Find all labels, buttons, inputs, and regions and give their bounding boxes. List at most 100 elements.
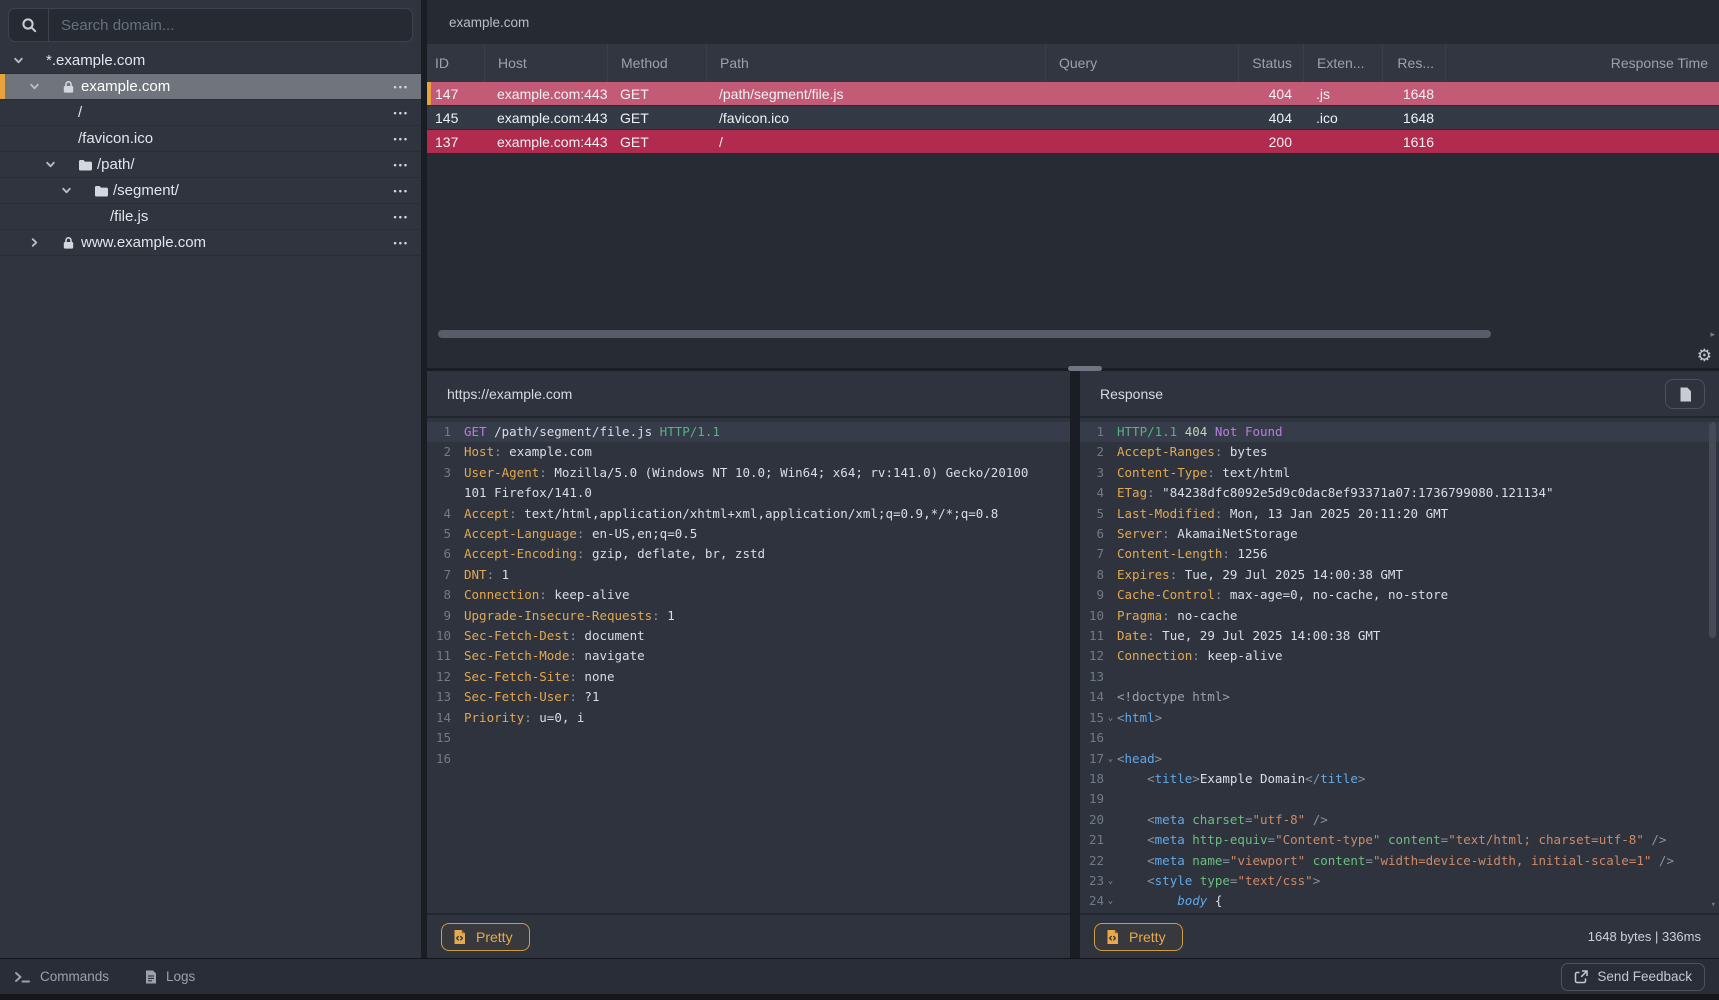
row-menu-button[interactable]: ••• (394, 212, 409, 222)
fold-spacer (1104, 504, 1117, 524)
row-menu-button[interactable]: ••• (394, 82, 409, 92)
column-header-status[interactable]: Status (1238, 44, 1303, 82)
requests-table-header: IDHostMethodPathQueryStatusExten...Res..… (427, 44, 1719, 82)
code-line: 6Server: AkamaiNetStorage (1080, 524, 1719, 544)
tree-item-label: www.example.com (81, 234, 206, 251)
code-line: 9Cache-Control: max-age=0, no-cache, no-… (1080, 585, 1719, 605)
code-text: Accept-Language: en-US,en;q=0.5 (464, 524, 697, 544)
column-header-id[interactable]: ID (427, 44, 484, 82)
cell-time (1445, 82, 1719, 105)
tree-item-segment[interactable]: /segment/••• (0, 178, 421, 204)
fold-arrow-icon[interactable]: ⌄ (1104, 891, 1117, 911)
column-header-path[interactable]: Path (706, 44, 1045, 82)
tree-item-file.js[interactable]: /file.js ••• (0, 204, 421, 230)
chevron-right-icon[interactable] (29, 237, 62, 248)
line-number: 15 (430, 728, 451, 748)
request-row-137[interactable]: 137example.com:443GET/2001616 (427, 130, 1719, 154)
response-pretty-button[interactable]: Pretty (1094, 923, 1183, 951)
chevron-down-icon[interactable] (45, 159, 78, 170)
cell-query (1045, 106, 1238, 129)
cell-host: example.com:443 (484, 130, 607, 153)
response-file-button[interactable] (1665, 379, 1705, 409)
panel-gap[interactable] (1070, 371, 1080, 958)
column-header-time[interactable]: Response Time (1445, 44, 1719, 82)
code-text: <!doctype html> (1117, 687, 1230, 707)
tree-item-favicon.ico[interactable]: /favicon.ico ••• (0, 126, 421, 152)
tree-item-.example.com[interactable]: *.example.com (0, 48, 421, 74)
tree-item-label: /file.js (110, 208, 148, 225)
response-size-info: 1648 bytes | 336ms (1588, 929, 1701, 944)
row-menu-button[interactable]: ••• (394, 186, 409, 196)
pretty-label: Pretty (476, 929, 513, 945)
column-header-ext[interactable]: Exten... (1303, 44, 1382, 82)
code-line: 8Expires: Tue, 29 Jul 2025 14:00:38 GMT (1080, 565, 1719, 585)
cell-id: 147 (427, 82, 484, 105)
scroll-down-arrow[interactable]: ▾ (1711, 901, 1716, 910)
folder-icon (78, 159, 97, 171)
fold-spacer (451, 483, 464, 503)
fold-spacer (451, 585, 464, 605)
response-scrollbar-thumb[interactable] (1709, 423, 1716, 638)
cell-time (1445, 130, 1719, 153)
code-text: Content-Length: 1256 (1117, 544, 1268, 564)
code-line: 3User-Agent: Mozilla/5.0 (Windows NT 10.… (427, 463, 1070, 483)
column-header-method[interactable]: Method (607, 44, 706, 82)
code-line: 16 (1080, 728, 1719, 748)
code-text: <meta charset="utf-8" /> (1117, 810, 1328, 830)
fold-spacer (451, 463, 464, 483)
request-pretty-button[interactable]: Pretty (441, 923, 530, 951)
code-text: Host: example.com (464, 442, 592, 462)
request-editor[interactable]: 1GET /path/segment/file.js HTTP/1.12Host… (427, 418, 1070, 913)
fold-arrow-icon[interactable]: ⌄ (1104, 749, 1117, 769)
code-line: 3Content-Type: text/html (1080, 463, 1719, 483)
pretty-label: Pretty (1129, 929, 1166, 945)
table-horizontal-scrollbar[interactable]: ▸ (427, 328, 1719, 340)
code-text: DNT: 1 (464, 565, 509, 585)
code-text: <head> (1117, 749, 1162, 769)
row-menu-button[interactable]: ••• (394, 160, 409, 170)
fold-spacer (451, 442, 464, 462)
tree-item-label: example.com (81, 78, 170, 95)
code-line: 13Sec-Fetch-User: ?1 (427, 687, 1070, 707)
scroll-right-arrow[interactable]: ▸ (1710, 328, 1715, 340)
tree-item-example.com[interactable]: example.com ••• (0, 74, 421, 100)
chevron-down-icon[interactable] (13, 55, 46, 66)
tree-item-www.example.com[interactable]: www.example.com ••• (0, 230, 421, 256)
tree-item-[interactable]: /••• (0, 100, 421, 126)
chevron-down-icon[interactable] (61, 185, 94, 196)
column-header-res[interactable]: Res... (1382, 44, 1445, 82)
logs-label: Logs (166, 969, 195, 984)
tab-example-com[interactable]: example.com (449, 15, 529, 30)
fold-arrow-icon[interactable]: ⌄ (1104, 708, 1117, 728)
fold-spacer (1104, 789, 1117, 809)
tree-item-path[interactable]: /path/••• (0, 152, 421, 178)
line-number: 3 (430, 463, 451, 483)
row-menu-button[interactable]: ••• (394, 134, 409, 144)
row-menu-button[interactable]: ••• (394, 238, 409, 248)
row-menu-button[interactable]: ••• (394, 108, 409, 118)
commands-button[interactable]: Commands (14, 969, 109, 984)
gear-icon[interactable]: ⚙ (1697, 343, 1712, 368)
request-row-147[interactable]: 147example.com:443GET/path/segment/file.… (427, 82, 1719, 106)
tree-item-label: /favicon.ico (78, 130, 153, 147)
logs-button[interactable]: Logs (145, 969, 195, 984)
fold-arrow-icon[interactable]: ⌄ (1104, 871, 1117, 891)
code-line: 2Host: example.com (427, 442, 1070, 462)
send-feedback-button[interactable]: Send Feedback (1561, 963, 1705, 991)
column-header-host[interactable]: Host (484, 44, 607, 82)
response-editor[interactable]: ▴ ▾ 1HTTP/1.1 404 Not Found2Accept-Range… (1080, 418, 1719, 913)
cell-host: example.com:443 (484, 106, 607, 129)
request-row-145[interactable]: 145example.com:443GET/favicon.ico404.ico… (427, 106, 1719, 130)
code-line: 5Accept-Language: en-US,en;q=0.5 (427, 524, 1070, 544)
scrollbar-thumb[interactable] (438, 330, 1491, 338)
code-line: 19 (1080, 789, 1719, 809)
line-number: 17 (1083, 749, 1104, 769)
cell-status: 404 (1238, 82, 1303, 105)
chevron-down-icon[interactable] (29, 81, 62, 92)
table-tab-bar: example.com (427, 0, 1719, 44)
cell-query (1045, 130, 1238, 153)
code-line: 24⌄ body { (1080, 891, 1719, 911)
search-input[interactable] (49, 9, 412, 41)
column-header-query[interactable]: Query (1045, 44, 1238, 82)
response-panel-footer: Pretty 1648 bytes | 336ms (1080, 913, 1719, 958)
